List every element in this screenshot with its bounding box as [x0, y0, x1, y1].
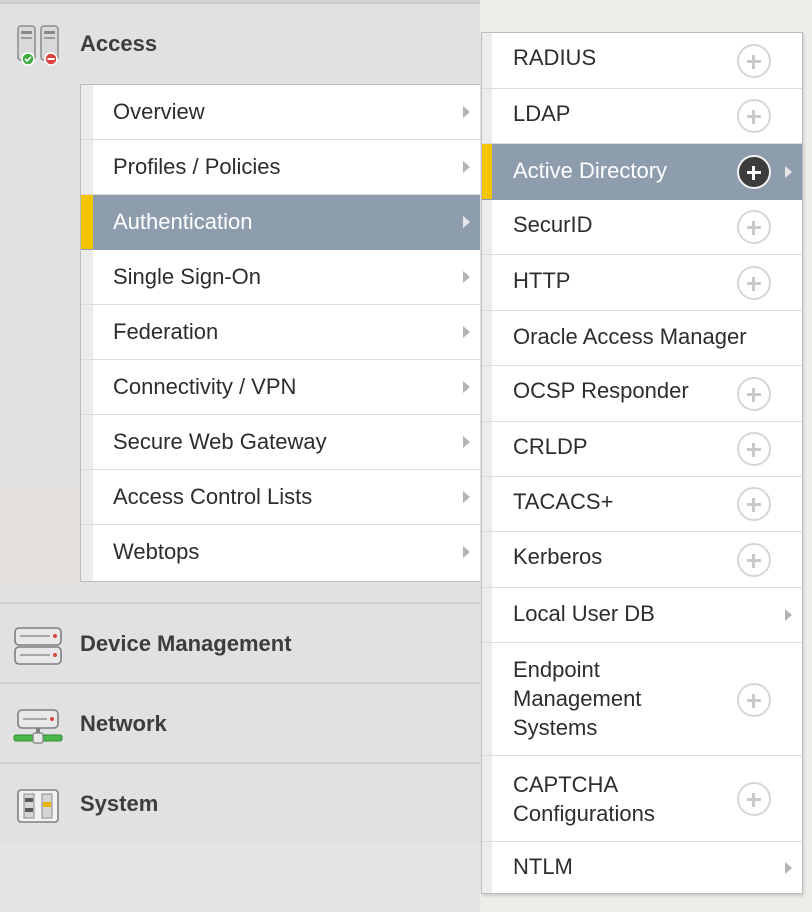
menu-item-label: Single Sign-On [113, 264, 261, 289]
nav-section-label: Network [80, 711, 167, 736]
add-icon[interactable] [737, 266, 771, 300]
chevron-right-icon [785, 862, 792, 874]
network-icon [13, 709, 63, 744]
access-icon [17, 25, 59, 66]
add-icon[interactable] [737, 543, 771, 577]
menu-item-label: CRLDP [513, 434, 588, 459]
selection-marker [81, 195, 93, 249]
selection-marker [482, 144, 492, 199]
flyout-item-ocsp-responder[interactable]: OCSP Responder [482, 366, 802, 422]
server-icon [14, 627, 62, 665]
chevron-right-icon [463, 271, 470, 283]
chevron-right-icon [463, 106, 470, 118]
add-icon[interactable] [737, 432, 771, 466]
menu-item-authentication[interactable]: Authentication [81, 195, 480, 250]
menu-item-label: Secure Web Gateway [113, 429, 327, 454]
chevron-right-icon [463, 491, 470, 503]
flyout-item-radius[interactable]: RADIUS [482, 33, 802, 89]
menu-item-profiles-policies[interactable]: Profiles / Policies [81, 140, 480, 195]
flyout-item-captcha-configurations[interactable]: CAPTCHA Configurations [482, 756, 802, 842]
menu-item-overview[interactable]: Overview [81, 85, 480, 140]
flyout-item-http[interactable]: HTTP [482, 255, 802, 311]
navigation-panel: Access Overview Profiles / Policies Auth… [0, 0, 480, 912]
menu-item-label: Connectivity / VPN [113, 374, 297, 399]
menu-item-single-sign-on[interactable]: Single Sign-On [81, 250, 480, 305]
flyout-item-active-directory[interactable]: Active Directory [482, 144, 802, 200]
menu-item-label: Oracle Access Manager [513, 324, 747, 349]
flyout-item-endpoint-management-systems[interactable]: Endpoint Management Systems [482, 643, 802, 756]
menu-item-secure-web-gateway[interactable]: Secure Web Gateway [81, 415, 480, 470]
chevron-right-icon [785, 609, 792, 621]
chevron-right-icon [463, 381, 470, 393]
flyout-item-tacacs[interactable]: TACACS+ [482, 477, 802, 532]
menu-item-access-control-lists[interactable]: Access Control Lists [81, 470, 480, 525]
flyout-item-ldap[interactable]: LDAP [482, 89, 802, 144]
menu-item-webtops[interactable]: Webtops [81, 525, 480, 581]
menu-item-label: NTLM [513, 854, 573, 879]
system-icon [17, 789, 59, 823]
nav-section-access[interactable]: Access [0, 4, 480, 84]
menu-item-label: OCSP Responder [513, 378, 689, 403]
menu-item-label: CAPTCHA Configurations [513, 772, 655, 826]
chevron-right-icon [463, 161, 470, 173]
chevron-right-icon [463, 546, 470, 558]
menu-item-label: Profiles / Policies [113, 154, 281, 179]
access-submenu: Overview Profiles / Policies Authenticat… [80, 84, 480, 582]
menu-item-label: Endpoint Management Systems [513, 657, 642, 740]
menu-item-label: RADIUS [513, 45, 597, 70]
flyout-item-ntlm[interactable]: NTLM [482, 842, 802, 893]
menu-item-label: Webtops [113, 539, 200, 564]
menu-item-label: HTTP [513, 268, 571, 293]
chevron-right-icon [463, 326, 470, 338]
nav-section-network[interactable]: Network [0, 682, 480, 762]
panel-footer-area [0, 842, 480, 912]
chevron-right-icon [463, 216, 470, 228]
nav-section-device-management[interactable]: Device Management [0, 602, 480, 682]
flyout-item-crldp[interactable]: CRLDP [482, 422, 802, 477]
add-icon[interactable] [737, 210, 771, 244]
nav-section-label: System [80, 791, 159, 816]
flyout-item-local-user-db[interactable]: Local User DB [482, 588, 802, 643]
add-icon[interactable] [737, 377, 771, 411]
authentication-flyout: RADIUS LDAP Active Directory SecurID HTT… [481, 32, 803, 894]
menu-item-label: TACACS+ [513, 489, 614, 514]
menu-item-federation[interactable]: Federation [81, 305, 480, 360]
flyout-item-kerberos[interactable]: Kerberos [482, 532, 802, 588]
chevron-right-icon [463, 436, 470, 448]
add-icon[interactable] [737, 155, 771, 189]
menu-item-label: Authentication [113, 209, 253, 234]
add-icon[interactable] [737, 44, 771, 78]
add-icon[interactable] [737, 487, 771, 521]
add-icon[interactable] [737, 683, 771, 717]
nav-section-label: Device Management [80, 631, 292, 656]
add-icon[interactable] [737, 99, 771, 133]
menu-item-label: SecurID [513, 212, 593, 237]
menu-item-label: Local User DB [513, 601, 655, 626]
flyout-item-securid[interactable]: SecurID [482, 200, 802, 255]
menu-item-connectivity-vpn[interactable]: Connectivity / VPN [81, 360, 480, 415]
menu-item-label: Kerberos [513, 544, 603, 569]
add-icon[interactable] [737, 782, 771, 816]
menu-item-label: Overview [113, 99, 205, 124]
chevron-right-icon [785, 166, 792, 178]
menu-item-label: Active Directory [513, 158, 668, 183]
menu-item-label: Access Control Lists [113, 484, 313, 509]
nav-section-system[interactable]: System [0, 762, 480, 842]
flyout-item-oracle-access-manager[interactable]: Oracle Access Manager [482, 311, 802, 366]
menu-item-label: LDAP [513, 101, 571, 126]
menu-item-label: Federation [113, 319, 219, 344]
nav-section-label: Access [80, 31, 158, 56]
